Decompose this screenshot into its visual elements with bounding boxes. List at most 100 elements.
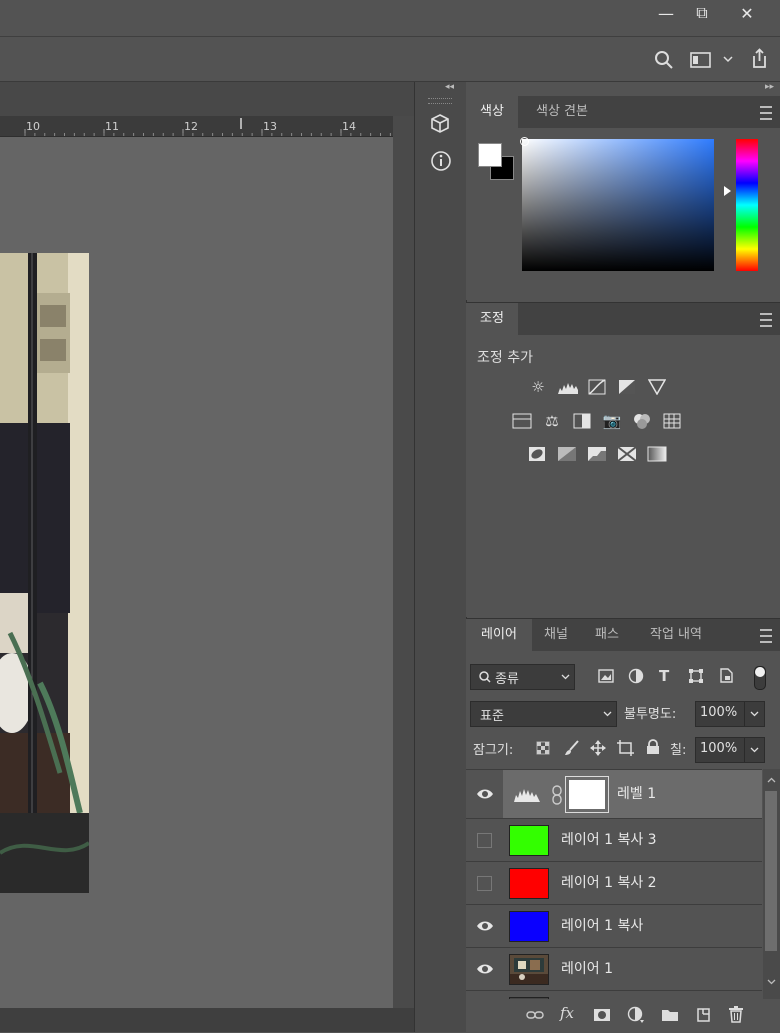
- chevron-down-icon[interactable]: [767, 979, 776, 985]
- hue-slider[interactable]: [736, 139, 758, 271]
- panel-menu-icon[interactable]: [760, 629, 772, 643]
- selective-color-icon[interactable]: [617, 445, 637, 463]
- lock-image-pixels-icon[interactable]: [564, 740, 580, 756]
- link-icon[interactable]: [551, 785, 563, 805]
- filter-shape-icon[interactable]: [688, 668, 704, 684]
- filter-toggle[interactable]: [754, 666, 766, 690]
- layer-row[interactable]: 레이어 1 복사 3: [466, 819, 762, 862]
- grip-icon[interactable]: [428, 98, 452, 104]
- color-balance-icon[interactable]: ⚖: [542, 412, 562, 430]
- expand-arrows-icon[interactable]: ▸▸: [765, 82, 774, 92]
- layers-panel: 레이어 채널 패스 작업 내역 종류 T 표준 불투명도: 100% 잠그기: …: [466, 618, 780, 1033]
- vibrance-icon[interactable]: [647, 378, 667, 396]
- chevron-down-icon[interactable]: [723, 56, 733, 64]
- layer-name[interactable]: 레이어 1 복사 2: [561, 862, 657, 904]
- layer-row[interactable]: 레이어 1 복사 2: [466, 862, 762, 905]
- lock-position-icon[interactable]: [590, 740, 606, 756]
- filter-type-icon[interactable]: T: [659, 667, 669, 685]
- opacity-field[interactable]: 100%: [695, 701, 765, 727]
- layer-name[interactable]: 레이어 1 복사 3: [561, 819, 657, 861]
- invert-icon[interactable]: [527, 445, 547, 463]
- tab-history[interactable]: 작업 내역: [634, 619, 718, 651]
- horizontal-scrollbar[interactable]: [0, 1008, 414, 1032]
- levels-adjustment-icon: [514, 789, 540, 802]
- photo-image[interactable]: [0, 253, 89, 893]
- layer-name[interactable]: 레벨 1: [617, 770, 656, 818]
- eye-icon[interactable]: [476, 785, 494, 803]
- color-lookup-icon[interactable]: [662, 412, 682, 430]
- vertical-scrollbar[interactable]: [393, 116, 414, 1008]
- layer-thumbnail: [509, 911, 549, 942]
- eye-icon[interactable]: [476, 917, 494, 935]
- add-mask-icon[interactable]: [593, 1007, 611, 1023]
- gradient-map-icon[interactable]: [647, 445, 667, 463]
- minimize-button[interactable]: —: [648, 0, 684, 26]
- trash-icon[interactable]: [728, 1005, 744, 1023]
- brightness-contrast-icon[interactable]: ☼: [528, 378, 548, 396]
- new-group-folder-icon[interactable]: [661, 1007, 679, 1022]
- hue-slider-arrow-icon[interactable]: [724, 186, 731, 196]
- channel-mixer-icon[interactable]: [632, 412, 652, 430]
- layer-name[interactable]: 레이어 1 복사: [561, 905, 643, 947]
- black-white-icon[interactable]: [572, 412, 592, 430]
- color-picker-handle[interactable]: [520, 137, 529, 146]
- tab-swatches[interactable]: 색상 견본: [518, 96, 606, 128]
- eye-icon[interactable]: [476, 960, 494, 978]
- chevron-down-icon: [603, 711, 612, 717]
- scrollbar-thumb[interactable]: [765, 791, 777, 951]
- layer-row[interactable]: 레벨 1: [466, 770, 762, 819]
- layer-row[interactable]: 레이어 1: [466, 948, 762, 991]
- layer-mask-thumbnail[interactable]: [569, 780, 605, 809]
- exposure-icon[interactable]: [617, 378, 637, 396]
- color-field[interactable]: [522, 139, 714, 271]
- layer-mask-frame: [565, 776, 609, 813]
- info-icon[interactable]: [430, 150, 452, 172]
- opacity-value: 100%: [700, 705, 738, 720]
- layer-row[interactable]: 레이어 1 복사: [466, 905, 762, 948]
- layer-filter-select[interactable]: 종류: [470, 664, 575, 690]
- workspace-icon[interactable]: [690, 51, 712, 69]
- visibility-toggle[interactable]: [477, 833, 492, 848]
- 3d-cube-icon[interactable]: [430, 114, 450, 136]
- collapse-arrows-icon[interactable]: ◂◂: [445, 82, 454, 92]
- photo-filter-icon[interactable]: 📷: [602, 412, 622, 430]
- tab-channels[interactable]: 채널: [532, 619, 580, 651]
- filter-adjustment-icon[interactable]: [628, 668, 644, 684]
- blend-mode-select[interactable]: 표준: [470, 701, 617, 727]
- lock-transparent-pixels-icon[interactable]: [536, 741, 550, 755]
- levels-icon[interactable]: [558, 378, 578, 396]
- fill-field[interactable]: 100%: [695, 737, 765, 763]
- close-button[interactable]: ✕: [729, 0, 765, 26]
- chevron-up-icon[interactable]: [767, 777, 776, 783]
- restore-button[interactable]: ⧉: [684, 0, 720, 26]
- tab-paths[interactable]: 패스: [580, 619, 634, 651]
- panel-menu-icon[interactable]: [760, 313, 772, 327]
- panel-menu-icon[interactable]: [760, 106, 772, 120]
- lock-artboard-icon[interactable]: [617, 740, 634, 756]
- foreground-color-swatch[interactable]: [478, 143, 502, 167]
- share-icon[interactable]: [746, 47, 770, 71]
- lock-all-icon[interactable]: [646, 739, 660, 755]
- new-adjustment-layer-icon[interactable]: [627, 1006, 645, 1024]
- layer-thumbnail: [509, 868, 549, 899]
- link-layers-icon[interactable]: [526, 1009, 544, 1021]
- layer-name[interactable]: 레이어 1: [561, 948, 613, 990]
- layer-thumbnail: [509, 954, 549, 985]
- tab-layers[interactable]: 레이어: [466, 619, 532, 651]
- ruler-label: 10: [26, 120, 40, 133]
- tab-color[interactable]: 색상: [466, 96, 518, 128]
- posterize-icon[interactable]: [557, 445, 577, 463]
- curves-icon[interactable]: [587, 378, 607, 396]
- fill-value: 100%: [700, 741, 738, 756]
- tab-adjustments[interactable]: 조정: [466, 303, 518, 335]
- adjustments-panel-tabs: 조정: [466, 303, 780, 335]
- filter-smart-object-icon[interactable]: [718, 667, 734, 684]
- layers-scrollbar[interactable]: [763, 769, 780, 999]
- hue-saturation-icon[interactable]: [512, 412, 532, 430]
- search-icon[interactable]: [654, 50, 674, 70]
- visibility-toggle[interactable]: [477, 876, 492, 891]
- filter-pixel-icon[interactable]: [598, 669, 614, 683]
- new-layer-icon[interactable]: [695, 1006, 711, 1023]
- fx-icon[interactable]: fx: [560, 1004, 574, 1022]
- threshold-icon[interactable]: [587, 445, 607, 463]
